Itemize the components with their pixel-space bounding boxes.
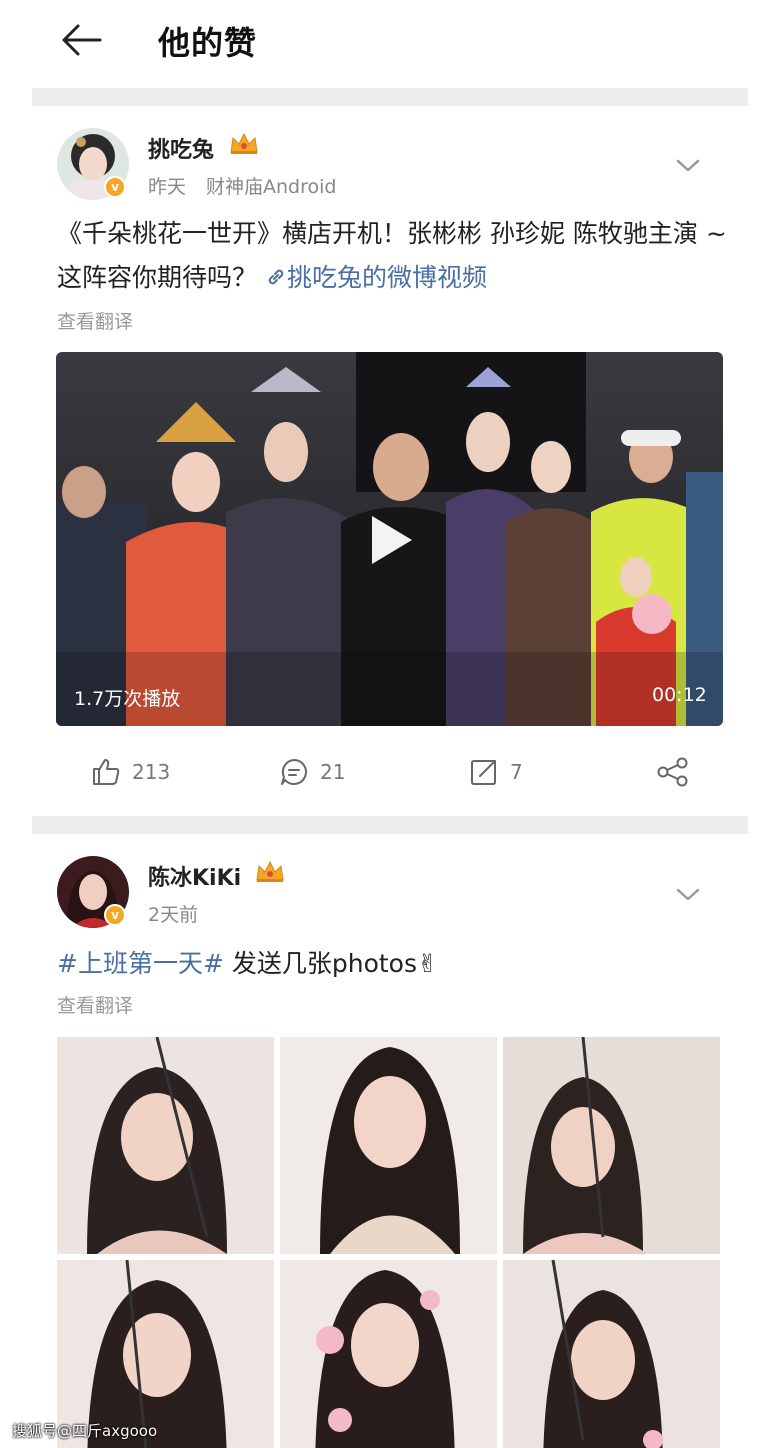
top-bar: 他的赞: [0, 0, 779, 88]
verified-badge-icon: v: [104, 904, 126, 926]
thumbs-up-icon: [93, 759, 120, 785]
play-icon[interactable]: [368, 512, 416, 568]
translate-link[interactable]: 查看翻译: [57, 991, 133, 1018]
photo-thumbnail[interactable]: [280, 1037, 497, 1254]
link-icon: [268, 269, 284, 285]
comment-button[interactable]: 21: [278, 752, 345, 792]
verified-badge-icon: v: [104, 176, 126, 198]
post-time: 昨天: [148, 176, 187, 198]
like-button[interactable]: 213: [90, 752, 170, 792]
section-divider: [32, 816, 748, 834]
section-divider: [32, 88, 748, 106]
arrow-left-icon: [62, 24, 102, 56]
chevron-down-icon[interactable]: [674, 886, 702, 904]
back-button[interactable]: [60, 22, 102, 58]
hashtag-link[interactable]: #上班第一天#: [57, 949, 224, 978]
photo-thumbnail[interactable]: [57, 1037, 274, 1254]
repost-icon: [471, 760, 496, 785]
comment-count: 21: [320, 760, 346, 784]
crown-icon: [256, 860, 284, 882]
watermark: 搜狐号@四斤axgooo: [12, 1422, 158, 1440]
photo-thumbnail[interactable]: [280, 1260, 497, 1448]
translate-link[interactable]: 查看翻译: [57, 307, 133, 334]
post-source: 财神庙Android: [206, 176, 337, 198]
post-time: 2天前: [148, 904, 199, 926]
post-text-body: 发送几张photos✌: [223, 949, 438, 978]
video-link-text: 挑吃兔的微博视频: [286, 263, 487, 292]
post-text: 《千朵桃花一世开》横店开机！张彬彬 孙珍妮 陈牧驰主演 ~ 这阵容你期待吗？ 挑…: [57, 212, 737, 300]
post-text: #上班第一天# 发送几张photos✌: [57, 942, 737, 986]
username[interactable]: 挑吃兔: [148, 132, 214, 164]
repost-count: 7: [510, 760, 523, 784]
share-button[interactable]: [656, 752, 690, 792]
comment-icon: [281, 759, 307, 785]
page-title: 他的赞: [158, 24, 258, 62]
photo-thumbnail[interactable]: [503, 1037, 720, 1254]
chevron-down-icon[interactable]: [674, 157, 702, 175]
share-icon: [657, 757, 688, 787]
like-count: 213: [132, 760, 171, 784]
username[interactable]: 陈冰KiKi: [148, 860, 241, 892]
photo-thumbnail[interactable]: [503, 1260, 720, 1448]
video-link[interactable]: 挑吃兔的微博视频: [265, 263, 487, 292]
repost-button[interactable]: 7: [468, 752, 523, 792]
view-count: 1.7万次播放: [74, 688, 181, 710]
crown-icon: [230, 132, 258, 154]
video-duration: 00:12: [652, 684, 707, 706]
